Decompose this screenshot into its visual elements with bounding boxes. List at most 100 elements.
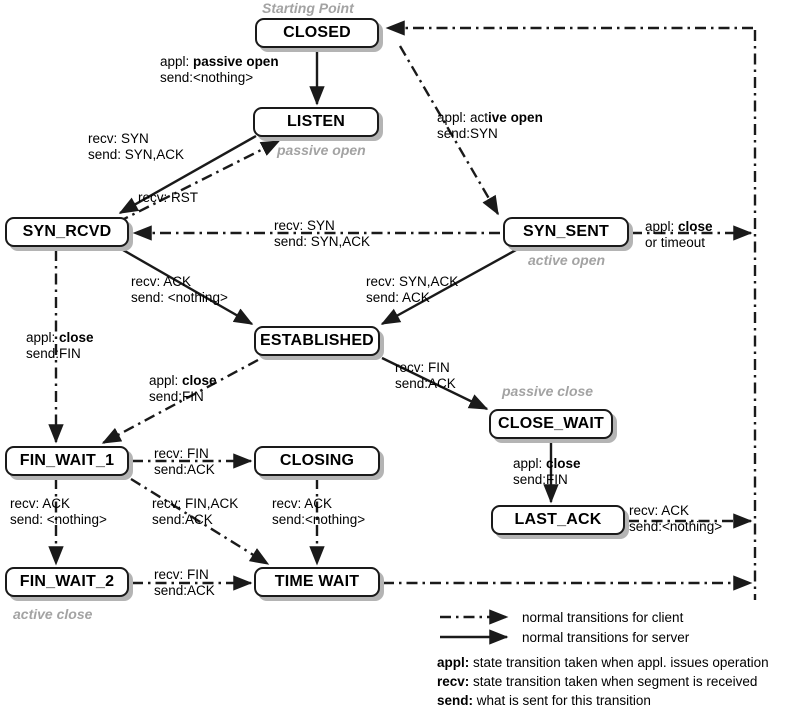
label-line1-bold: close bbox=[546, 456, 581, 471]
label-established-to-fin-wait-1: appl: close send:FIN bbox=[149, 373, 217, 404]
label-syn-rcvd-to-fin-wait-1: appl: close send:FIN bbox=[26, 330, 94, 361]
label-line2: send: SYN,ACK bbox=[274, 233, 371, 249]
legend-client-text: normal transitions for client bbox=[522, 609, 684, 625]
label-line1: recv: FIN,ACK bbox=[152, 496, 239, 511]
state-established-label: ESTABLISHED bbox=[260, 332, 374, 349]
state-time-wait-label: TIME WAIT bbox=[274, 573, 360, 590]
state-close-wait[interactable]: CLOSE_WAIT bbox=[489, 409, 613, 439]
annotation-active-open: active open bbox=[528, 252, 606, 268]
label-line1: recv: FIN bbox=[154, 446, 209, 461]
label-line2: send:<nothing> bbox=[272, 511, 366, 527]
label-line1: recv: SYN bbox=[88, 131, 149, 146]
label-line1: recv: RST bbox=[138, 190, 199, 205]
label-line1: recv: ACK bbox=[629, 503, 690, 518]
label-line1: recv: ACK bbox=[10, 496, 71, 511]
label-line2: send: SYN,ACK bbox=[88, 146, 185, 162]
state-closed[interactable]: CLOSED bbox=[255, 18, 379, 48]
label-line1: recv: FIN bbox=[395, 360, 450, 375]
label-line1-prefix: appl: act bbox=[437, 110, 489, 125]
legend-def-recv-desc: state transition taken when segment is r… bbox=[469, 674, 758, 689]
annotation-passive-open: passive open bbox=[277, 142, 366, 158]
label-line2: send:ACK bbox=[152, 511, 213, 527]
state-fin-wait-2-label: FIN_WAIT_2 bbox=[19, 573, 115, 590]
legend-def-send-desc: what is sent for this transition bbox=[473, 693, 651, 708]
label-line1-bold: close bbox=[182, 373, 217, 388]
label-line2: send: <nothing> bbox=[131, 289, 228, 305]
label-closing-to-time-wait: recv: ACK send:<nothing> bbox=[272, 496, 365, 527]
label-line1: recv: SYN,ACK bbox=[366, 274, 459, 289]
label-line1: recv: ACK bbox=[272, 496, 333, 511]
label-line1-prefix: appl: bbox=[160, 54, 194, 69]
state-closing-label: CLOSING bbox=[279, 452, 355, 469]
label-line1: recv: ACK bbox=[131, 274, 192, 289]
label-line2: send:<nothing> bbox=[160, 69, 254, 85]
label-syn-sent-to-closed: appl: close or timeout bbox=[645, 219, 713, 250]
label-line1: recv: FIN bbox=[154, 567, 209, 582]
label-line2: send:FIN bbox=[513, 471, 568, 487]
label-line2: send: <nothing> bbox=[10, 511, 107, 527]
label-line2: send:SYN bbox=[437, 125, 498, 141]
state-syn-sent[interactable]: SYN_SENT bbox=[503, 217, 629, 247]
label-line1: recv: SYN bbox=[274, 218, 335, 233]
label-line2: send:ACK bbox=[154, 582, 215, 598]
state-closing[interactable]: CLOSING bbox=[254, 446, 380, 476]
state-syn-sent-label: SYN_SENT bbox=[522, 223, 610, 240]
legend: normal transitions for client normal tra… bbox=[437, 607, 797, 709]
legend-server-text: normal transitions for server bbox=[522, 629, 690, 645]
client-line-icon bbox=[437, 607, 522, 627]
label-syn-sent-to-syn-rcvd: recv: SYN send: SYN,ACK bbox=[274, 218, 370, 249]
label-close-wait-to-last-ack: appl: close send:FIN bbox=[513, 456, 581, 487]
label-line2: send:FIN bbox=[26, 345, 81, 361]
legend-def-appl: appl: state transition taken when appl. … bbox=[437, 653, 797, 672]
label-line2: send:<nothing> bbox=[629, 518, 723, 534]
label-closed-to-syn-sent: appl: active open send:SYN bbox=[437, 110, 543, 141]
state-last-ack[interactable]: LAST_ACK bbox=[491, 505, 625, 535]
state-last-ack-label: LAST_ACK bbox=[514, 511, 602, 528]
label-fin-wait-1-to-time-wait: recv: FIN,ACK send:ACK bbox=[152, 496, 238, 527]
state-syn-rcvd[interactable]: SYN_RCVD bbox=[5, 217, 129, 247]
label-line2: send:FIN bbox=[149, 388, 204, 404]
state-fin-wait-1[interactable]: FIN_WAIT_1 bbox=[5, 446, 129, 476]
label-syn-rcvd-to-listen: recv: RST bbox=[138, 190, 198, 206]
label-line1-prefix: appl: bbox=[513, 456, 547, 471]
state-listen[interactable]: LISTEN bbox=[253, 107, 379, 137]
label-line1-bold: close bbox=[678, 219, 713, 234]
label-line1-bold: passive open bbox=[193, 54, 279, 69]
legend-def-send-term: send: bbox=[437, 693, 474, 708]
legend-row-server: normal transitions for server bbox=[437, 627, 797, 647]
label-line1-prefix: appl: bbox=[645, 219, 679, 234]
label-line1-bold: ive open bbox=[488, 110, 543, 125]
label-line2: send:ACK bbox=[154, 461, 215, 477]
state-fin-wait-2[interactable]: FIN_WAIT_2 bbox=[5, 567, 129, 597]
state-syn-rcvd-label: SYN_RCVD bbox=[22, 223, 112, 240]
state-established[interactable]: ESTABLISHED bbox=[254, 326, 380, 356]
label-fin-wait-1-to-fin-wait-2: recv: ACK send: <nothing> bbox=[10, 496, 107, 527]
legend-definitions: appl: state transition taken when appl. … bbox=[437, 653, 797, 709]
state-fin-wait-1-label: FIN_WAIT_1 bbox=[19, 452, 115, 469]
legend-def-appl-desc: state transition taken when appl. issues… bbox=[469, 655, 769, 670]
label-last-ack-to-closed: recv: ACK send:<nothing> bbox=[629, 503, 722, 534]
label-line2: send: ACK bbox=[366, 289, 430, 305]
label-established-to-close-wait: recv: FIN send:ACK bbox=[395, 360, 456, 391]
state-closed-label: CLOSED bbox=[283, 24, 351, 41]
legend-def-recv-term: recv: bbox=[437, 674, 470, 689]
label-closed-to-listen: appl: passive open send:<nothing> bbox=[160, 54, 279, 85]
label-syn-rcvd-to-established: recv: ACK send: <nothing> bbox=[131, 274, 228, 305]
label-line1-prefix: appl: bbox=[149, 373, 183, 388]
state-time-wait[interactable]: TIME WAIT bbox=[254, 567, 380, 597]
label-line1-prefix: appl: bbox=[26, 330, 60, 345]
server-line-icon bbox=[437, 627, 522, 647]
tcp-state-diagram: CLOSED LISTEN SYN_RCVD SYN_SENT ESTABLIS… bbox=[0, 0, 800, 709]
annotation-starting-point: Starting Point bbox=[262, 0, 354, 16]
legend-def-recv: recv: state transition taken when segmen… bbox=[437, 672, 797, 691]
label-line1-bold: close bbox=[59, 330, 94, 345]
legend-def-appl-term: appl: bbox=[437, 655, 470, 670]
annotation-passive-close: passive close bbox=[502, 383, 594, 399]
label-listen-to-syn-rcvd: recv: SYN send: SYN,ACK bbox=[88, 131, 184, 162]
state-listen-label: LISTEN bbox=[286, 113, 346, 130]
label-fin-wait-1-to-closing: recv: FIN send:ACK bbox=[154, 446, 215, 477]
legend-row-client: normal transitions for client bbox=[437, 607, 797, 627]
label-syn-sent-to-established: recv: SYN,ACK send: ACK bbox=[366, 274, 458, 305]
label-fin-wait-2-to-time-wait: recv: FIN send:ACK bbox=[154, 567, 215, 598]
label-line2: or timeout bbox=[645, 234, 706, 250]
